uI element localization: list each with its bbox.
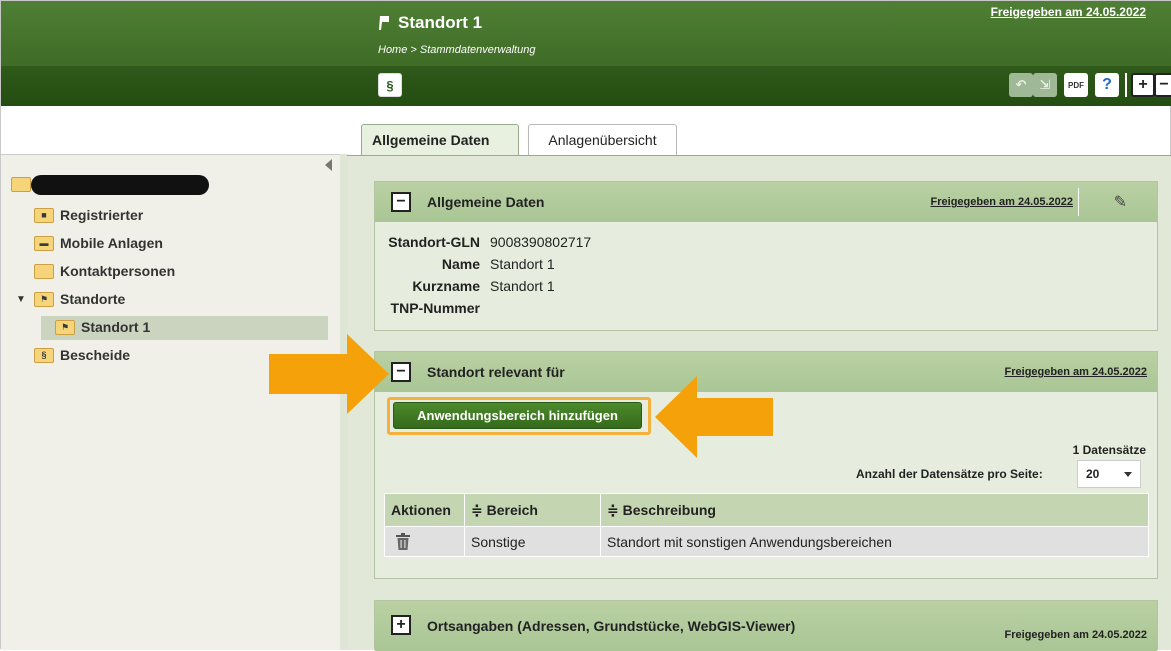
field-name: Name Standort 1 — [375, 256, 555, 272]
sidebar-item-standort-1[interactable]: ⚑ Standort 1 — [55, 319, 150, 335]
chevron-down-icon — [1124, 472, 1132, 477]
table-row: Sonstige Standort mit sonstigen Anwendun… — [384, 526, 1149, 557]
folder-icon — [34, 263, 54, 279]
panel-allgemeine-daten: − Allgemeine Daten Freigegeben am 24.05.… — [374, 181, 1158, 331]
per-page-label: Anzahl der Datensätze pro Seite: — [856, 467, 1043, 481]
help-icon[interactable]: ? — [1095, 73, 1119, 97]
undo-icon[interactable]: ↶ — [1009, 73, 1033, 97]
column-header-beschreibung[interactable]: ≑ Beschreibung — [600, 493, 1149, 527]
column-header-bereich[interactable]: ≑ Bereich — [464, 493, 601, 527]
field-label: TNP-Nummer — [390, 300, 480, 316]
panel-title: Allgemeine Daten — [427, 194, 545, 210]
field-label: Kurzname — [412, 278, 480, 294]
paragraph-folder-icon: § — [34, 347, 54, 363]
field-value: Standort 1 — [490, 256, 555, 272]
record-count: 1 Datensätze — [1072, 443, 1146, 457]
pin-folder-icon: ⚑ — [34, 291, 54, 307]
scope-table: Aktionen ≑ Bereich ≑ Beschreibung Sonsti… — [384, 493, 1149, 557]
tree-expand-toggle-icon[interactable]: ▼ — [16, 294, 26, 305]
sidebar-item-mobile-anlagen[interactable]: ▬ Mobile Anlagen — [34, 235, 163, 251]
column-header-aktionen: Aktionen — [384, 493, 465, 527]
toolbar-divider — [1125, 73, 1127, 97]
sidebar-item-label: Bescheide — [60, 347, 131, 363]
trash-icon[interactable] — [395, 532, 411, 551]
release-status[interactable]: Freigegeben am 24.05.2022 — [931, 196, 1073, 208]
sidebar-item-label: Registrierter — [60, 207, 144, 223]
field-standort-gln: Standort-GLN 9008390802717 — [375, 234, 591, 250]
add-scope-button[interactable]: Anwendungsbereich hinzufügen — [393, 402, 642, 429]
header-release-status[interactable]: Freigegeben am 24.05.2022 — [991, 5, 1146, 19]
per-page-select[interactable]: 20 — [1077, 460, 1141, 488]
field-label: Standort-GLN — [388, 234, 480, 250]
page-title-text: Standort 1 — [398, 13, 483, 32]
tab-anlagenuebersicht[interactable]: Anlagenübersicht — [528, 124, 677, 155]
sidebar-item-bescheide[interactable]: § Bescheide — [34, 347, 130, 363]
page-title: Standort 1 — [378, 13, 482, 33]
redacted-root-label[interactable] — [31, 175, 209, 195]
sidebar-item-label: Mobile Anlagen — [60, 235, 163, 251]
bereich-cell: Sonstige — [464, 526, 601, 557]
field-value: 9008390802717 — [490, 234, 592, 250]
release-status[interactable]: Freigegeben am 24.05.2022 — [1005, 366, 1147, 378]
annotation-arrow-right-icon — [269, 334, 389, 414]
field-tnp-nummer: TNP-Nummer — [375, 300, 490, 316]
truck-folder-icon: ▬ — [34, 235, 54, 251]
panel-ortsangaben: + Ortsangaben (Adressen, Grundstücke, We… — [374, 600, 1158, 651]
release-status: Freigegeben am 24.05.2022 — [1004, 629, 1147, 641]
person-folder-icon: ■ — [34, 207, 54, 223]
field-value: Standort 1 — [490, 278, 555, 294]
export-icon[interactable]: ⇲ — [1033, 73, 1057, 97]
beschreibung-cell: Standort mit sonstigen Anwendungsbereich… — [600, 526, 1149, 557]
per-page-value: 20 — [1086, 467, 1100, 481]
toolbar — [1, 66, 1171, 106]
collapse-icon[interactable]: − — [391, 362, 411, 382]
breadcrumb[interactable]: Home > Stammdatenverwaltung — [378, 44, 535, 56]
annotation-arrow-left-icon — [655, 376, 773, 458]
actions-cell — [384, 526, 465, 557]
expand-icon[interactable]: + — [391, 615, 411, 635]
panel-title: Ortsangaben (Adressen, Grundstücke, WebG… — [427, 618, 796, 634]
sidebar-item-standorte[interactable]: ⚑ Standorte — [34, 291, 125, 307]
sidebar-item-registrierter[interactable]: ■ Registrierter — [34, 207, 143, 223]
paragraph-icon[interactable]: § — [378, 73, 402, 97]
sidebar-item-label: Standort 1 — [81, 319, 151, 335]
pdf-icon[interactable]: PDF — [1064, 73, 1088, 97]
pin-folder-icon: ⚑ — [55, 319, 75, 335]
sidebar-collapse-icon[interactable] — [325, 159, 332, 171]
panel-title: Standort relevant für — [427, 364, 565, 380]
header-divider — [1078, 188, 1079, 216]
edit-pencil-icon[interactable]: ✎ — [1114, 192, 1127, 212]
panel-header: − Allgemeine Daten Freigegeben am 24.05.… — [375, 182, 1157, 222]
root-folder-icon — [11, 177, 31, 192]
field-kurzname: Kurzname Standort 1 — [375, 278, 555, 294]
sidebar-item-label: Kontaktpersonen — [60, 263, 176, 279]
sidebar-item-label: Standorte — [60, 291, 126, 307]
panel-header: + Ortsangaben (Adressen, Grundstücke, We… — [375, 601, 1157, 651]
tab-allgemeine-daten[interactable]: Allgemeine Daten — [361, 124, 519, 155]
sidebar-item-kontaktpersonen[interactable]: Kontaktpersonen — [34, 263, 175, 279]
location-pin-icon — [379, 16, 389, 30]
field-label: Name — [441, 256, 480, 272]
collapse-icon[interactable]: − — [391, 192, 411, 212]
expand-all-icon[interactable]: + — [1131, 73, 1155, 97]
collapse-all-icon[interactable]: − — [1154, 73, 1171, 97]
